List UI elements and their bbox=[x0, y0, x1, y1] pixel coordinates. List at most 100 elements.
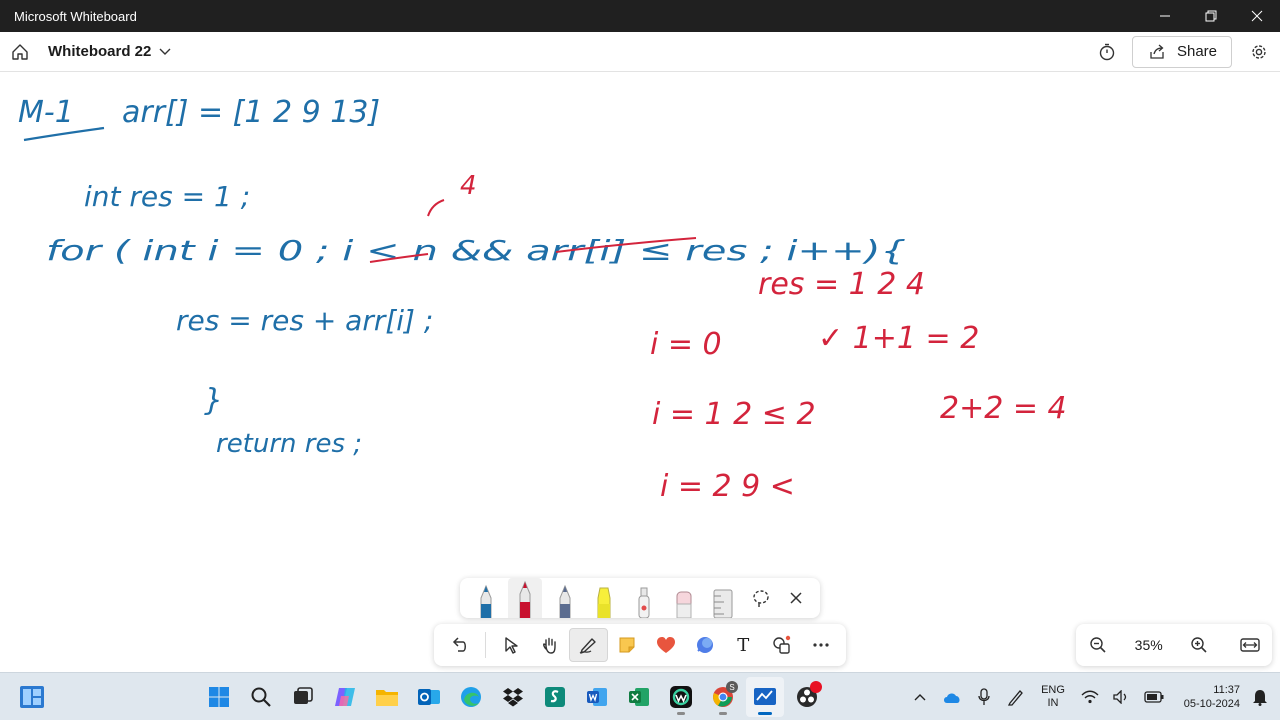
copilot-icon bbox=[696, 637, 713, 653]
more-options-button[interactable] bbox=[801, 628, 840, 662]
microphone-button[interactable] bbox=[972, 683, 996, 711]
text-icon: T bbox=[737, 634, 750, 656]
pen-menu-button[interactable] bbox=[1004, 683, 1028, 711]
glue-icon bbox=[638, 587, 650, 618]
time: 11:37 bbox=[1213, 684, 1240, 696]
highlighter-yellow[interactable] bbox=[587, 578, 621, 618]
board-name-menu[interactable]: Whiteboard 22 bbox=[48, 43, 171, 60]
ink-i1: i = 1 2 ≤ 2 bbox=[652, 397, 816, 432]
region-code: IN bbox=[1047, 697, 1059, 709]
minimize-button[interactable] bbox=[1142, 0, 1188, 32]
obs-app[interactable] bbox=[788, 677, 826, 717]
system-tray: ENG IN 11:37 05-10-2024 bbox=[908, 673, 1272, 720]
input-language[interactable]: ENG IN bbox=[1036, 684, 1070, 710]
ink-i2: i = 2 9 < bbox=[660, 469, 795, 504]
ink-step-one: ✓ 1+1 = 2 bbox=[818, 321, 979, 356]
battery-icon bbox=[1144, 691, 1164, 703]
dropbox-icon bbox=[503, 688, 523, 707]
home-icon bbox=[12, 43, 28, 60]
ink-res-update: res = res + arr[i] ; bbox=[176, 304, 433, 337]
copilot-tool[interactable] bbox=[685, 628, 724, 662]
start-button[interactable] bbox=[200, 677, 238, 717]
word-app[interactable] bbox=[578, 677, 616, 717]
close-window-button[interactable] bbox=[1234, 0, 1280, 32]
eraser[interactable] bbox=[667, 578, 701, 618]
settings-button[interactable] bbox=[1242, 35, 1276, 69]
restore-button[interactable] bbox=[1188, 0, 1234, 32]
windows-logo-icon bbox=[209, 687, 229, 707]
chrome-app[interactable]: S bbox=[704, 677, 742, 717]
reactions-tool[interactable] bbox=[647, 628, 686, 662]
wifi-icon bbox=[1081, 690, 1099, 704]
search-button[interactable] bbox=[242, 677, 280, 717]
sticky-note-tool[interactable] bbox=[608, 628, 647, 662]
clock[interactable]: 11:37 05-10-2024 bbox=[1174, 683, 1240, 711]
file-explorer-app[interactable] bbox=[368, 677, 406, 717]
ink-closing-brace: } bbox=[204, 383, 223, 418]
zoom-out-button[interactable] bbox=[1084, 631, 1112, 659]
pen-workspace-icon bbox=[1007, 690, 1023, 706]
pen-blue-icon bbox=[480, 584, 492, 618]
taskbar-apps: S bbox=[200, 673, 826, 720]
outlook-icon bbox=[418, 689, 440, 705]
pen-red[interactable] bbox=[508, 578, 543, 618]
sway-app[interactable] bbox=[536, 677, 574, 717]
notifications-button[interactable] bbox=[1248, 683, 1272, 711]
microphone-icon bbox=[978, 688, 990, 705]
outlook-app[interactable] bbox=[410, 677, 448, 717]
whiteboard-app[interactable] bbox=[746, 677, 784, 717]
webex-app[interactable] bbox=[662, 677, 700, 717]
text-tool[interactable]: T bbox=[724, 628, 763, 662]
minimize-icon bbox=[1160, 15, 1170, 17]
pan-tool[interactable] bbox=[530, 628, 569, 662]
glue-pen[interactable] bbox=[627, 578, 661, 618]
ruler[interactable] bbox=[706, 578, 740, 618]
pen-red-icon bbox=[519, 580, 531, 618]
excel-app[interactable] bbox=[620, 677, 658, 717]
shapes-icon bbox=[773, 635, 791, 654]
fit-to-screen-button[interactable] bbox=[1236, 631, 1264, 659]
zoom-in-icon bbox=[1191, 637, 1207, 653]
close-icon bbox=[1251, 10, 1263, 22]
lasso-select-button[interactable] bbox=[746, 578, 776, 618]
ink-n-value: 4 bbox=[460, 171, 477, 201]
title-bar: Microsoft Whiteboard bbox=[0, 0, 1280, 32]
chrome-profile-badge: S bbox=[726, 681, 738, 693]
timer-button[interactable] bbox=[1090, 35, 1124, 69]
excel-icon bbox=[629, 688, 649, 706]
zoom-in-button[interactable] bbox=[1185, 631, 1213, 659]
shapes-tool[interactable] bbox=[763, 628, 802, 662]
battery-button[interactable] bbox=[1142, 683, 1166, 711]
ink-return: return res ; bbox=[216, 429, 362, 459]
chevron-up-icon bbox=[914, 694, 926, 701]
highlighter-icon bbox=[597, 587, 611, 618]
select-tool[interactable] bbox=[492, 628, 531, 662]
task-view-icon bbox=[294, 687, 313, 704]
task-view-button[interactable] bbox=[284, 677, 322, 717]
webex-icon bbox=[670, 686, 692, 708]
ruler-icon bbox=[713, 589, 733, 618]
search-icon bbox=[251, 687, 271, 707]
inking-tool[interactable] bbox=[569, 628, 608, 662]
network-button[interactable] bbox=[1078, 683, 1102, 711]
undo-button[interactable] bbox=[440, 628, 479, 662]
pen-blue[interactable] bbox=[469, 578, 503, 618]
close-pen-tray-button[interactable] bbox=[781, 578, 811, 618]
pen-galaxy[interactable] bbox=[548, 578, 582, 618]
pen-galaxy-icon bbox=[559, 584, 571, 618]
widgets-button[interactable] bbox=[0, 685, 64, 709]
zoom-level[interactable]: 35% bbox=[1135, 637, 1163, 653]
share-button[interactable]: Share bbox=[1131, 35, 1232, 68]
volume-button[interactable] bbox=[1110, 683, 1134, 711]
folder-icon bbox=[376, 690, 398, 706]
show-hidden-icons-button[interactable] bbox=[908, 683, 932, 711]
close-icon bbox=[790, 592, 802, 604]
edge-app[interactable] bbox=[452, 677, 490, 717]
copilot-app[interactable] bbox=[326, 677, 364, 717]
onedrive-button[interactable] bbox=[940, 683, 964, 711]
home-button[interactable] bbox=[0, 32, 40, 72]
dropbox-app[interactable] bbox=[494, 677, 532, 717]
share-icon bbox=[1150, 44, 1164, 59]
edge-icon bbox=[461, 687, 481, 707]
ink-array-declaration: arr[] = [1 2 9 13] bbox=[122, 95, 380, 130]
